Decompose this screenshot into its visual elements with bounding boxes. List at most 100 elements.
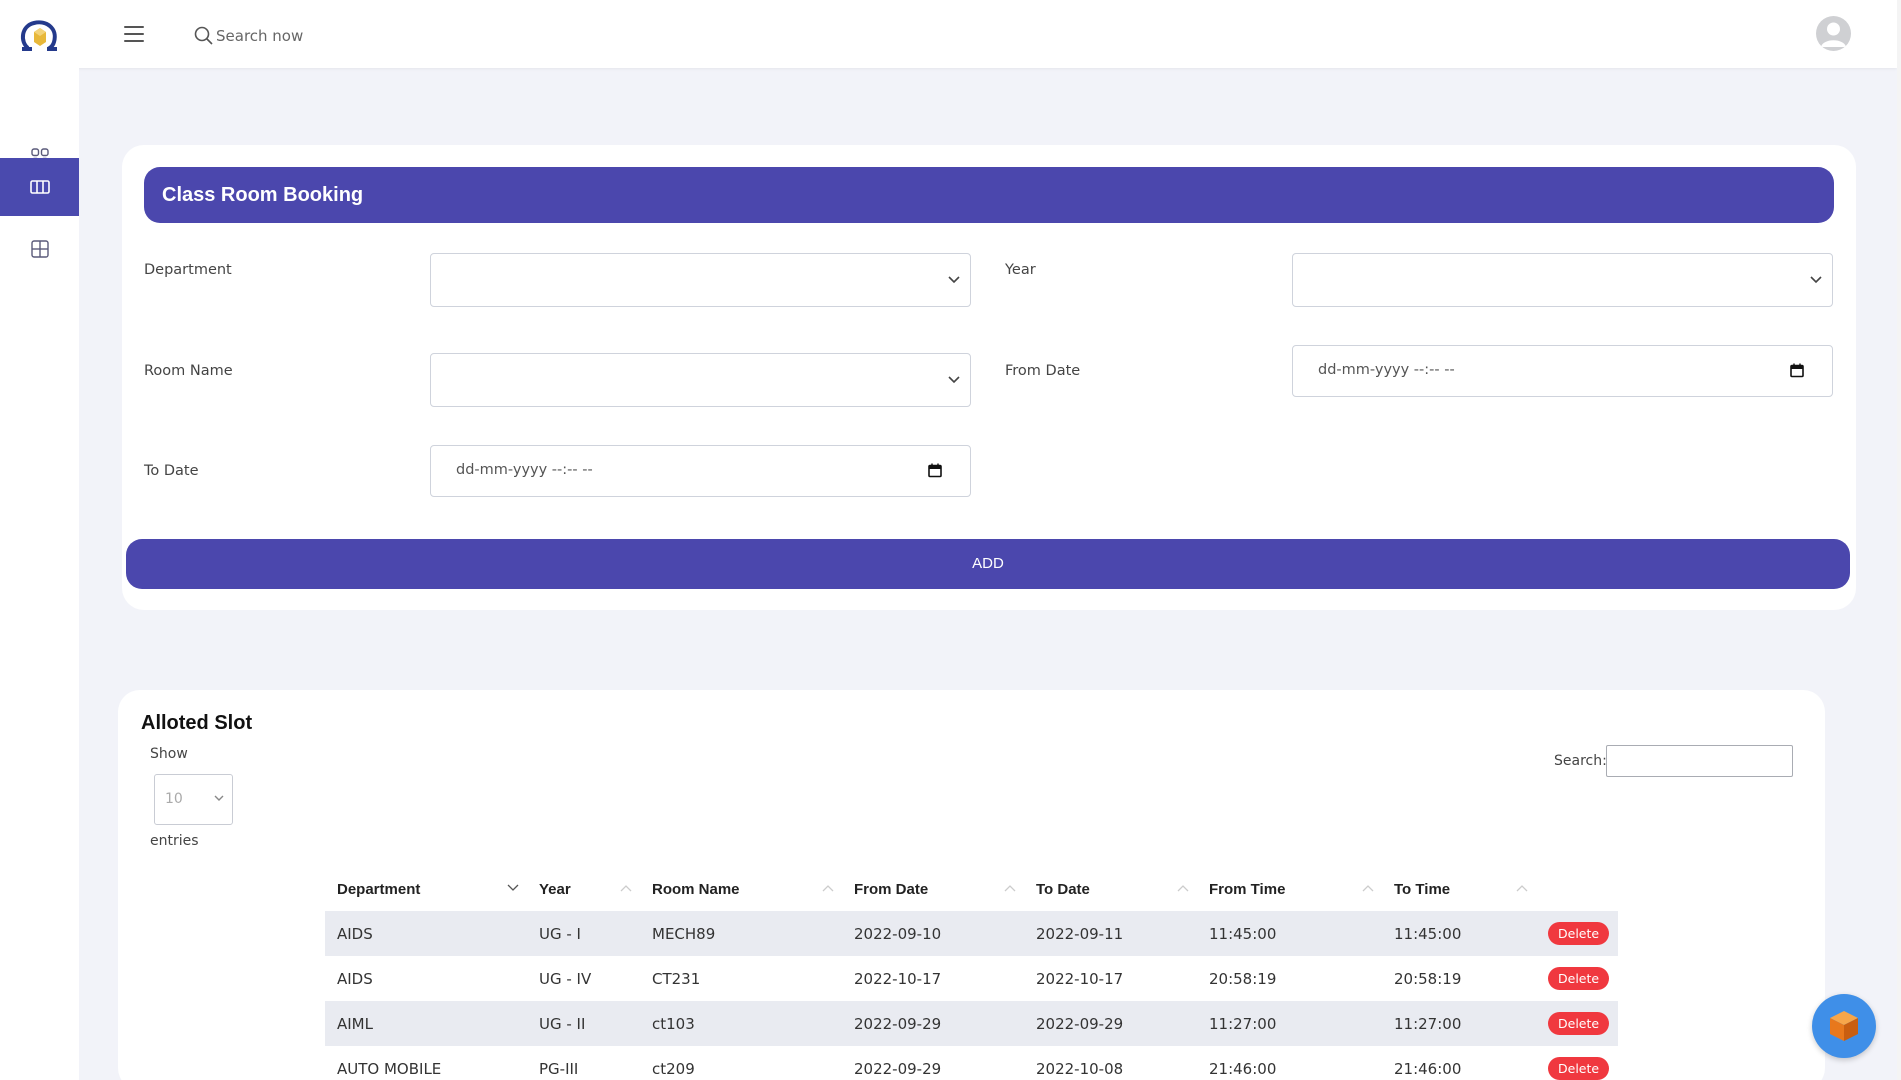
cell-to-time: 11:45:00 <box>1382 911 1536 956</box>
cell-room: CT231 <box>652 969 701 988</box>
chevron-down-icon <box>1810 276 1822 284</box>
alloted-slot-card: Alloted Slot Show 10 entries Search: Dep… <box>118 690 1825 1080</box>
delete-button[interactable]: Delete <box>1548 922 1610 945</box>
entries-select[interactable]: 10 <box>154 774 233 825</box>
cell-from-time: 11:27:00 <box>1197 1001 1382 1046</box>
cell-to-date: 2022-09-29 <box>1024 1001 1197 1046</box>
to-date-placeholder: dd-mm-yyyy --:-- -- <box>456 462 593 478</box>
table-row: AIML UG - II ct103 2022-09-29 2022-09-29… <box>325 1001 1618 1046</box>
sort-icon <box>822 885 834 892</box>
year-select[interactable] <box>1292 253 1833 307</box>
delete-button[interactable]: Delete <box>1548 967 1610 990</box>
column-header-from-time[interactable]: From Time <box>1197 868 1382 911</box>
cell-department: AIML <box>325 1001 527 1046</box>
sort-icon <box>620 885 632 892</box>
cell-room: ct209 <box>652 1059 695 1078</box>
calendar-icon[interactable] <box>1790 363 1804 378</box>
column-header-action <box>1536 868 1618 911</box>
page-scrollbar[interactable] <box>1897 0 1901 1080</box>
top-search[interactable] <box>194 24 416 48</box>
cell-year: UG - II <box>527 1001 640 1046</box>
sidebar-item-tables[interactable] <box>0 220 79 278</box>
table-row: AIDS UG - I MECH89 2022-09-10 2022-09-11… <box>325 911 1618 956</box>
user-avatar[interactable] <box>1816 16 1851 51</box>
cell-from-time: 11:45:00 <box>1197 911 1382 956</box>
column-header-from-date[interactable]: From Date <box>842 868 1024 911</box>
cell-from-time: 20:58:19 <box>1209 969 1277 988</box>
cell-department: AIDS <box>325 911 527 956</box>
to-date-input[interactable]: dd-mm-yyyy --:-- -- <box>430 445 971 497</box>
cell-from-date: 2022-10-17 <box>854 969 942 988</box>
cell-action: Delete <box>1536 911 1618 956</box>
cell-year: UG - IV <box>539 969 592 988</box>
from-date-placeholder: dd-mm-yyyy --:-- -- <box>1318 362 1455 378</box>
column-header-year[interactable]: Year <box>527 868 640 911</box>
column-header-room-name[interactable]: Room Name <box>640 868 842 911</box>
floating-cube-button[interactable] <box>1812 994 1876 1058</box>
cell-to-date: 2022-10-17 <box>1036 969 1124 988</box>
column-header-to-date[interactable]: To Date <box>1024 868 1197 911</box>
to-date-label: To Date <box>144 463 199 479</box>
sort-icon <box>1362 885 1374 892</box>
column-header-department[interactable]: Department <box>325 868 527 911</box>
add-button[interactable]: ADD <box>126 539 1850 589</box>
cell-from-date: 2022-09-29 <box>854 1059 942 1078</box>
logo-icon[interactable] <box>18 18 62 54</box>
search-icon <box>194 26 213 45</box>
sidebar <box>0 68 79 1080</box>
cell-department: AIDS <box>337 969 373 988</box>
from-date-input[interactable]: dd-mm-yyyy --:-- -- <box>1292 345 1833 397</box>
cell-to-date: 2022-10-08 <box>1036 1059 1124 1078</box>
chevron-down-icon <box>948 276 960 284</box>
booking-card: Class Room Booking Department Year Room … <box>122 145 1856 610</box>
entries-value: 10 <box>165 791 183 807</box>
sort-desc-icon <box>507 884 519 891</box>
cell-action: Delete <box>1536 1001 1618 1046</box>
top-search-input[interactable] <box>216 27 416 45</box>
entries-label: entries <box>150 833 199 849</box>
calendar-icon[interactable] <box>928 463 942 478</box>
cube-icon <box>1830 1011 1858 1041</box>
sort-icon <box>1004 885 1016 892</box>
cell-from-time: 21:46:00 <box>1209 1059 1277 1078</box>
cell-to-time: 11:27:00 <box>1382 1001 1536 1046</box>
table-header-row: Department Year Room Name From Date To D… <box>325 868 1618 911</box>
cell-action: Delete <box>1536 1046 1618 1080</box>
table-search-label: Search: <box>1554 753 1607 769</box>
booking-title: Class Room Booking <box>144 167 1834 223</box>
cell-from-date: 2022-09-10 <box>842 911 1024 956</box>
chevron-down-icon <box>948 376 960 384</box>
from-date-label: From Date <box>1005 363 1081 379</box>
department-label: Department <box>144 262 232 278</box>
cell-to-date: 2022-09-11 <box>1024 911 1197 956</box>
alloted-slot-title: Alloted Slot <box>141 712 253 734</box>
columns-icon <box>29 180 50 194</box>
menu-toggle-icon[interactable] <box>124 26 144 42</box>
slots-table: Department Year Room Name From Date To D… <box>325 868 1618 1080</box>
cell-room: ct103 <box>640 1001 842 1046</box>
chevron-down-icon <box>214 795 224 801</box>
year-label: Year <box>1005 262 1036 278</box>
top-bar <box>0 0 1897 68</box>
cell-from-date: 2022-09-29 <box>842 1001 1024 1046</box>
cell-department: AUTO MOBILE <box>337 1059 442 1078</box>
table-search-input[interactable] <box>1606 745 1793 777</box>
sort-icon <box>1516 885 1528 892</box>
table-grid-icon <box>30 240 49 258</box>
room-name-select[interactable] <box>430 353 971 407</box>
table-row: AUTO MOBILE PG-III ct209 2022-09-29 2022… <box>325 1046 1618 1080</box>
cell-to-time: 20:58:19 <box>1394 969 1462 988</box>
sort-icon <box>1177 885 1189 892</box>
delete-button[interactable]: Delete <box>1548 1012 1610 1035</box>
cell-action: Delete <box>1536 956 1618 1001</box>
sidebar-item-booking[interactable] <box>0 158 79 216</box>
show-label: Show <box>150 746 188 762</box>
column-header-to-time[interactable]: To Time <box>1382 868 1536 911</box>
table-row: AIDS UG - IV CT231 2022-10-17 2022-10-17… <box>325 956 1618 1001</box>
cell-to-time: 21:46:00 <box>1394 1059 1462 1078</box>
room-name-label: Room Name <box>144 363 233 379</box>
cell-room: MECH89 <box>640 911 842 956</box>
cell-year: UG - I <box>527 911 640 956</box>
department-select[interactable] <box>430 253 971 307</box>
delete-button[interactable]: Delete <box>1548 1057 1610 1080</box>
